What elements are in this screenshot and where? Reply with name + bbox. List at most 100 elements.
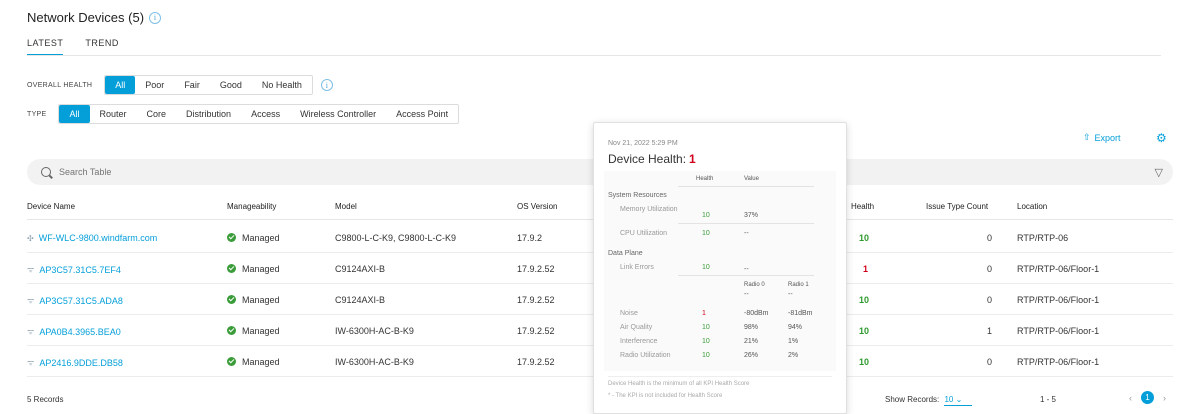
os-version-cell: 17.9.2.52 — [517, 326, 555, 336]
health-cell[interactable]: 10 — [859, 233, 869, 243]
records-count: 5 Records — [27, 395, 64, 404]
kpi-divider — [678, 186, 814, 187]
health-option-all[interactable]: All — [105, 76, 136, 94]
radio-0-header: Radio 0 — [744, 282, 765, 288]
manageability-value: Managed — [242, 326, 280, 336]
check-circle-icon — [227, 326, 236, 335]
radio-1-header: Radio 1 — [788, 282, 809, 288]
kpi-interference-radio0: 21% — [744, 338, 759, 345]
records-per-page-select[interactable]: 10 ⌄ — [944, 395, 973, 406]
access-point-icon: ᯤ — [27, 296, 35, 305]
health-option-good[interactable]: Good — [210, 76, 252, 94]
kpi-noise-radio1: -81dBm — [788, 310, 813, 317]
kpi-radio-utilization-radio1: 2% — [788, 352, 799, 359]
access-point-icon: ᯤ — [27, 327, 35, 336]
export-label: Export — [1094, 132, 1121, 143]
os-version-cell: 17.9.2.52 — [517, 295, 555, 305]
info-icon[interactable]: i — [149, 11, 162, 24]
export-icon: ⇧ — [1083, 132, 1091, 142]
health-cell[interactable]: 1 — [863, 264, 868, 274]
type-option-all[interactable]: All — [59, 105, 90, 123]
filter-icon[interactable]: ▽ — [1155, 166, 1163, 179]
location-cell: RTP/RTP-06/Floor-1 — [1017, 326, 1100, 336]
location-cell: RTP/RTP-06 — [1017, 233, 1069, 243]
controller-icon: ✣ — [27, 233, 34, 243]
kpi-radio-utilization-label: Radio Utilization — [620, 352, 671, 359]
device-name-link[interactable]: ᯤ AP3C57.31C5.ADA8 — [27, 295, 123, 306]
section-data-plane: Data Plane — [608, 250, 643, 257]
kpi-cpu-health: 10 — [702, 230, 710, 237]
device-name-link[interactable]: ᯤ APA0B4.3965.BEA0 — [27, 326, 121, 337]
manageability-value: Managed — [242, 233, 280, 243]
column-header-location[interactable]: Location — [1017, 202, 1047, 211]
tab-latest[interactable]: LATEST — [27, 38, 64, 56]
kpi-noise-label: Noise — [620, 310, 638, 317]
gear-icon[interactable]: ⚙ — [1156, 131, 1167, 145]
access-point-icon: ᯤ — [27, 265, 35, 274]
radio-0-dash: -- — [744, 291, 749, 298]
type-label: TYPE — [27, 110, 47, 118]
health-option-poor[interactable]: Poor — [135, 76, 174, 94]
tooltip-title-label: Device Health: — [608, 152, 687, 166]
device-name-link[interactable]: ᯤ AP2416.9DDE.DB58 — [27, 357, 123, 368]
tooltip-note-min: Device Health is the minimum of all KPI … — [608, 381, 750, 387]
model-cell: C9800-L-C-K9, C9800-L-C-K9 — [335, 233, 457, 243]
kpi-interference-label: Interference — [620, 338, 658, 345]
type-option-access-point[interactable]: Access Point — [386, 105, 458, 123]
kpi-link-errors-label: Link Errors — [620, 264, 654, 271]
chevron-left-icon[interactable]: ‹ — [1129, 393, 1132, 403]
type-option-distribution[interactable]: Distribution — [176, 105, 241, 123]
device-name-link[interactable]: ✣ WF-WLC-9800.windfarm.com — [27, 233, 157, 243]
column-header-issue-type-count[interactable]: Issue Type Count — [926, 202, 988, 211]
health-option-fair[interactable]: Fair — [174, 76, 210, 94]
kpi-cpu-value: -- — [744, 230, 749, 237]
model-cell: C9124AXI-B — [335, 295, 386, 305]
info-icon[interactable]: i — [320, 79, 333, 91]
kpi-interference-radio1: 1% — [788, 338, 799, 345]
view-tabs: LATEST TREND — [27, 38, 119, 56]
tab-trend[interactable]: TREND — [85, 38, 119, 56]
health-cell[interactable]: 10 — [859, 326, 869, 336]
manageability-cell: Managed — [227, 264, 280, 274]
column-header-model[interactable]: Model — [335, 202, 357, 211]
health-cell[interactable]: 10 — [859, 357, 869, 367]
issue-count-cell: 0 — [987, 264, 993, 274]
device-name: WF-WLC-9800.windfarm.com — [38, 233, 158, 243]
page-range: 1 - 5 — [1040, 395, 1057, 404]
type-filter: TYPE All Router Core Distribution Access… — [27, 104, 460, 124]
kpi-air-quality-health: 10 — [702, 324, 710, 331]
chevron-right-icon[interactable]: › — [1163, 393, 1166, 403]
location-cell: RTP/RTP-06/Floor-1 — [1017, 295, 1100, 305]
column-header-device-name[interactable]: Device Name — [27, 202, 75, 211]
manageability-value: Managed — [242, 357, 280, 367]
device-name-link[interactable]: ᯤ AP3C57.31C5.7EF4 — [27, 264, 121, 275]
kpi-radio-utilization-radio0: 26% — [744, 352, 759, 359]
tooltip-score: 1 — [689, 152, 696, 166]
column-header-manageability[interactable]: Manageability — [227, 202, 276, 211]
page-button-current[interactable]: 1 — [1141, 391, 1154, 404]
os-version-cell: 17.9.2.52 — [517, 264, 555, 274]
type-option-router[interactable]: Router — [90, 105, 137, 123]
show-records-label: Show Records: — [885, 395, 940, 404]
issue-count-cell: 0 — [987, 233, 993, 243]
manageability-value: Managed — [242, 264, 280, 274]
type-segmented-control: All Router Core Distribution Access Wire… — [58, 104, 460, 124]
health-option-no-health[interactable]: No Health — [252, 76, 312, 94]
issue-count-cell: 0 — [987, 357, 993, 367]
column-header-health[interactable]: Health — [851, 202, 874, 211]
column-header-os-version[interactable]: OS Version — [517, 202, 557, 211]
kpi-noise-radio0: -80dBm — [744, 310, 769, 317]
device-health-tooltip: Nov 21, 2022 5:29 PM Device Health: 1 Hea… — [593, 122, 847, 414]
export-button[interactable]: ⇧ Export — [1083, 132, 1121, 143]
kpi-air-quality-label: Air Quality — [620, 324, 653, 331]
search-input[interactable] — [59, 167, 459, 177]
kpi-link-errors-health: 10 — [702, 264, 710, 271]
manageability-cell: Managed — [227, 357, 280, 367]
type-option-wireless-controller[interactable]: Wireless Controller — [290, 105, 386, 123]
health-cell[interactable]: 10 — [859, 295, 869, 305]
type-option-access[interactable]: Access — [241, 105, 290, 123]
kpi-noise-health: 1 — [702, 310, 706, 317]
type-option-core[interactable]: Core — [137, 105, 177, 123]
kpi-link-errors-value: -- — [744, 266, 749, 273]
manageability-cell: Managed — [227, 295, 280, 305]
